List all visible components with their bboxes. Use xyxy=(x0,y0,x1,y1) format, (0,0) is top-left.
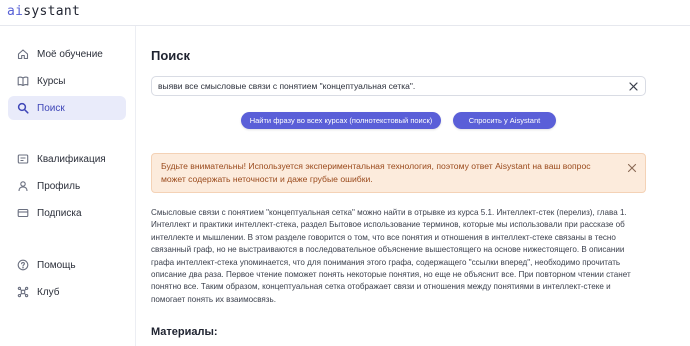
home-icon xyxy=(17,49,29,60)
warning-alert-text: Будьте внимательны! Используется экспери… xyxy=(161,161,591,184)
ask-aisystant-button[interactable]: Спросить у Aisystant xyxy=(453,112,556,129)
card-icon xyxy=(17,208,29,218)
page-title: Поиск xyxy=(151,48,191,63)
close-icon[interactable] xyxy=(628,81,639,92)
close-icon[interactable] xyxy=(627,163,637,173)
book-icon xyxy=(17,76,29,87)
top-bar: aisystant xyxy=(0,0,690,26)
sidebar-item-subscription[interactable]: Подписка xyxy=(8,201,126,225)
aisystant-logo[interactable]: aisystant xyxy=(7,4,80,19)
materials-heading: Материалы: xyxy=(151,326,218,338)
main-content: Поиск выяви все смысловые связи с поняти… xyxy=(151,26,647,346)
sidebar-item-search[interactable]: Поиск xyxy=(8,96,126,120)
ai-answer-text: Смысловые связи с понятием "концептуальн… xyxy=(151,208,631,304)
user-icon xyxy=(18,181,28,192)
search-input-value[interactable]: выяви все смысловые связи с понятием "ко… xyxy=(158,81,415,91)
sidebar-item-qualification[interactable]: Квалификация xyxy=(8,147,126,171)
sidebar-item-courses[interactable]: Курсы xyxy=(8,69,126,93)
sidebar-item-help[interactable]: Помощь xyxy=(8,253,126,277)
help-icon xyxy=(17,259,29,271)
club-icon xyxy=(17,286,29,298)
sidebar-item-club[interactable]: Клуб xyxy=(8,280,126,304)
sidebar-item-profile[interactable]: Профиль xyxy=(8,174,126,198)
sidebar: Моё обучение Курсы Поиск Квалификация Пр… xyxy=(0,26,136,346)
warning-alert: Будьте внимательны! Используется экспери… xyxy=(151,153,646,193)
sidebar-item-my-learning[interactable]: Моё обучение xyxy=(8,42,126,66)
search-icon xyxy=(17,102,29,114)
fulltext-search-button[interactable]: Найти фразу во всех курсах (полнотекстов… xyxy=(241,112,441,129)
search-input[interactable]: выяви все смысловые связи с понятием "ко… xyxy=(151,76,646,96)
qualification-icon xyxy=(17,154,29,164)
